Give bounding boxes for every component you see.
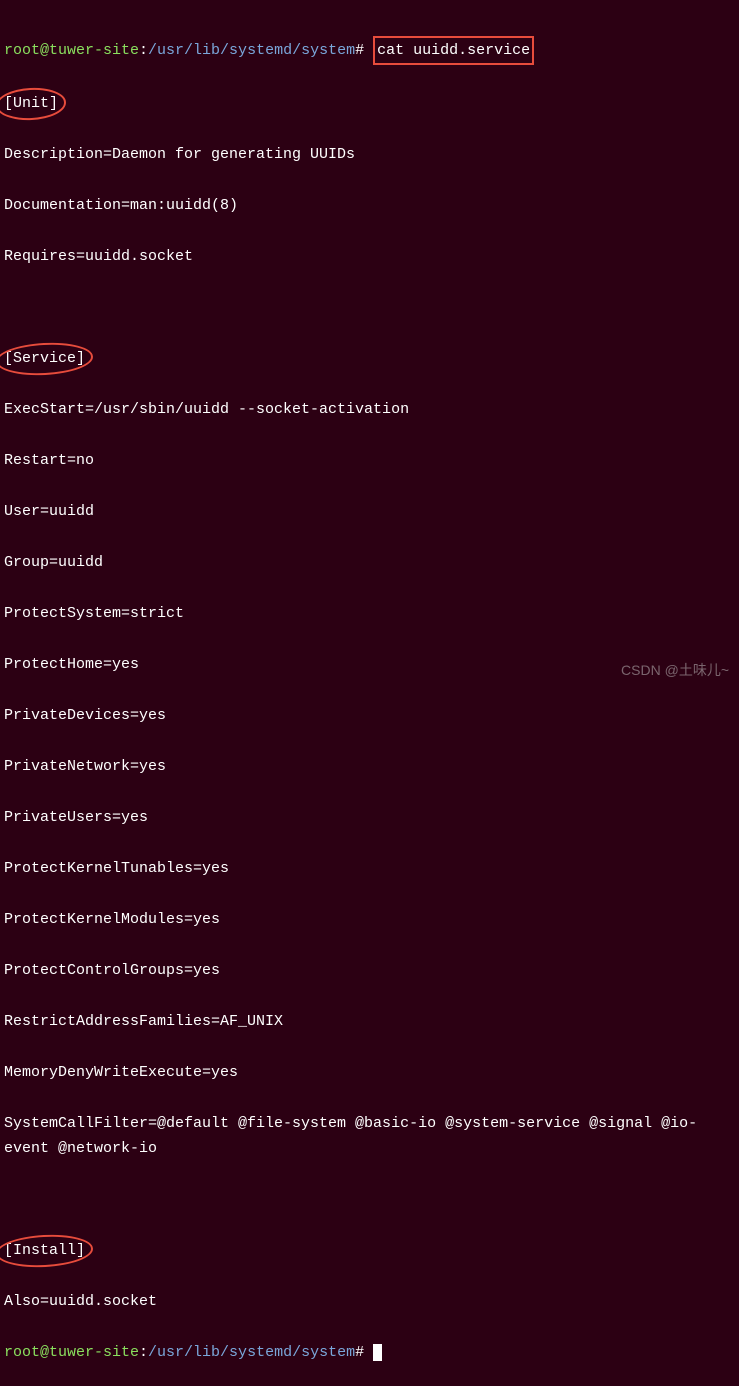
- command-line-2[interactable]: root@tuwer-site:/usr/lib/systemd/system#: [4, 1340, 735, 1366]
- service-line-systemcallfilter: SystemCallFilter=@default @file-system @…: [4, 1111, 735, 1162]
- prompt-hash: #: [355, 42, 364, 59]
- command-box-highlight: cat uuidd.service: [373, 36, 534, 66]
- blank-line: [4, 295, 735, 321]
- service-line-user: User=uuidd: [4, 499, 735, 525]
- prompt-colon: :: [139, 42, 148, 59]
- unit-line-requires: Requires=uuidd.socket: [4, 244, 735, 270]
- section-service-header: [Service]: [4, 346, 735, 372]
- service-line-protectsystem: ProtectSystem=strict: [4, 601, 735, 627]
- prompt-hash-2: #: [355, 1344, 364, 1361]
- install-line-also: Also=uuidd.socket: [4, 1289, 735, 1315]
- service-line-protectcontrolgroups: ProtectControlGroups=yes: [4, 958, 735, 984]
- unit-line-description: Description=Daemon for generating UUIDs: [4, 142, 735, 168]
- terminal-cursor: [373, 1344, 382, 1361]
- command-text: cat uuidd.service: [377, 42, 530, 59]
- service-line-privatenetwork: PrivateNetwork=yes: [4, 754, 735, 780]
- install-circle-highlight: [Install]: [4, 1238, 85, 1264]
- section-unit-header: [Unit]: [4, 91, 735, 117]
- service-line-restart: Restart=no: [4, 448, 735, 474]
- watermark: CSDN @土味儿~: [621, 659, 729, 683]
- service-line-privateusers: PrivateUsers=yes: [4, 805, 735, 831]
- service-line-restrictaddressfamilies: RestrictAddressFamilies=AF_UNIX: [4, 1009, 735, 1035]
- service-line-protectkernelmodules: ProtectKernelModules=yes: [4, 907, 735, 933]
- section-install-header: [Install]: [4, 1238, 735, 1264]
- prompt-user-2: root@tuwer-site: [4, 1344, 139, 1361]
- service-line-memorydenywriteexecute: MemoryDenyWriteExecute=yes: [4, 1060, 735, 1086]
- service-circle-highlight: [Service]: [4, 346, 85, 372]
- prompt-user: root@tuwer-site: [4, 42, 139, 59]
- service-line-group: Group=uuidd: [4, 550, 735, 576]
- service-line-execstart: ExecStart=/usr/sbin/uuidd --socket-activ…: [4, 397, 735, 423]
- unit-circle-highlight: [Unit]: [4, 91, 58, 117]
- command-line-1: root@tuwer-site:/usr/lib/systemd/system#…: [4, 36, 735, 66]
- unit-line-documentation: Documentation=man:uuidd(8): [4, 193, 735, 219]
- prompt-path-2: /usr/lib/systemd/system: [148, 1344, 355, 1361]
- service-line-privatedevices: PrivateDevices=yes: [4, 703, 735, 729]
- terminal-output[interactable]: root@tuwer-site:/usr/lib/systemd/system#…: [4, 10, 735, 1386]
- blank-line: [4, 1187, 735, 1213]
- prompt-path: /usr/lib/systemd/system: [148, 42, 355, 59]
- service-line-protectkerneltunables: ProtectKernelTunables=yes: [4, 856, 735, 882]
